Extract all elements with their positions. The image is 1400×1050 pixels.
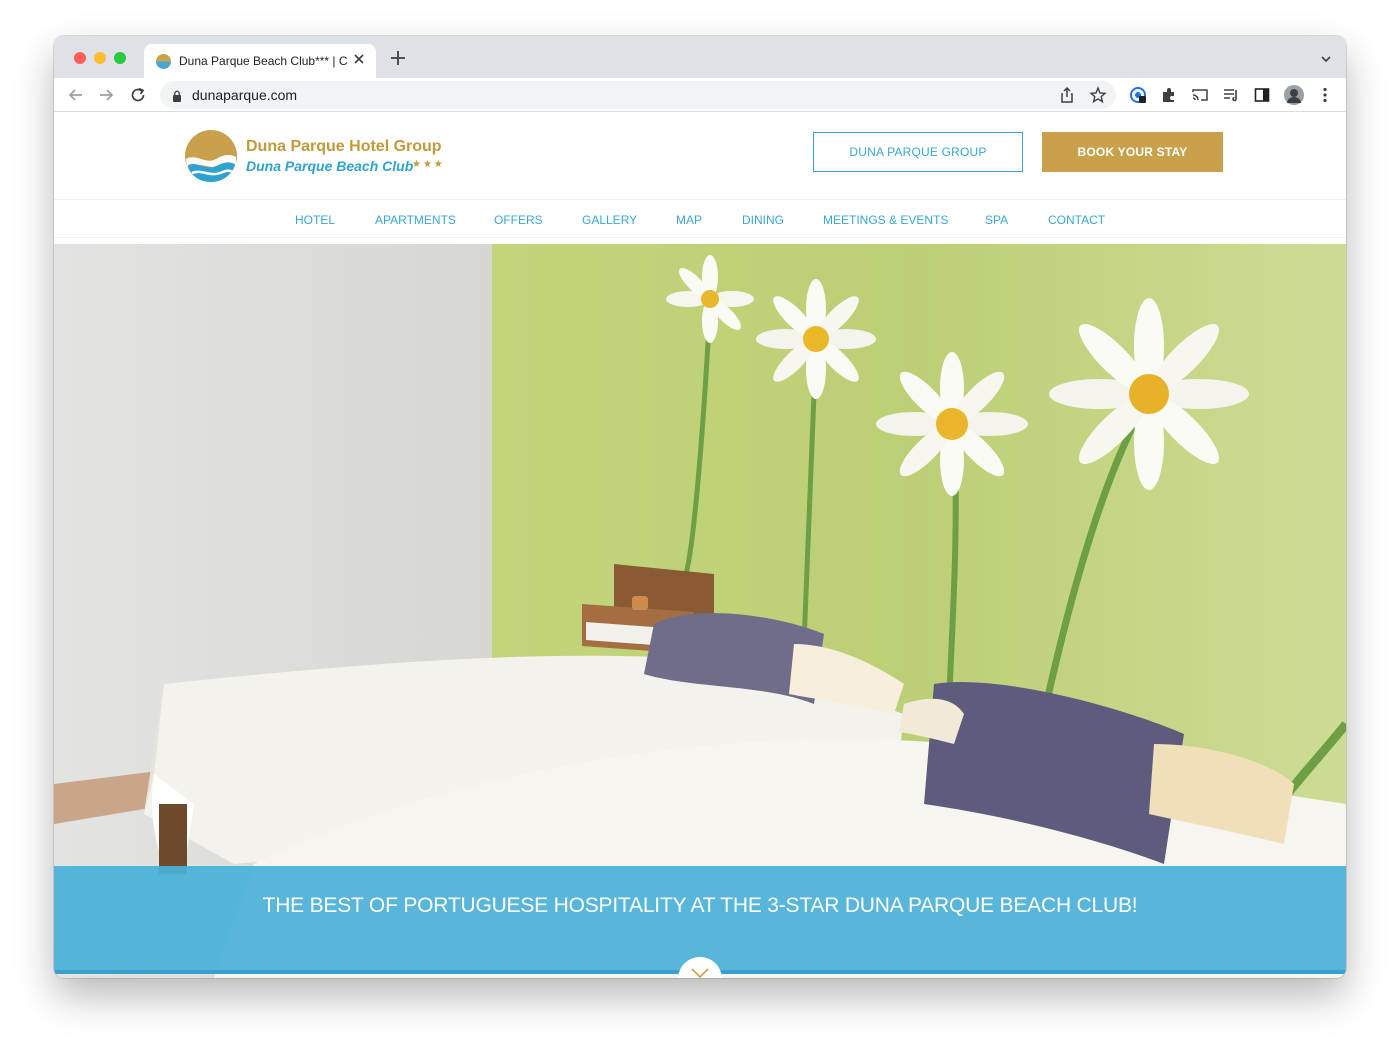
close-icon[interactable] bbox=[350, 50, 368, 68]
chevron-down-icon[interactable] bbox=[1320, 52, 1332, 64]
minimize-window-button[interactable] bbox=[94, 52, 106, 64]
new-tab-icon[interactable] bbox=[388, 48, 408, 68]
reload-icon[interactable] bbox=[128, 85, 148, 105]
tab-strip: Duna Parque Beach Club*** | C bbox=[54, 36, 1346, 78]
nav-item-contact[interactable]: CONTACT bbox=[1048, 213, 1105, 227]
main-nav: HOTEL APARTMENTS OFFERS GALLERY MAP DINI… bbox=[54, 199, 1346, 238]
star-icon[interactable] bbox=[1089, 86, 1107, 104]
browser-window: Duna Parque Beach Club*** | C dunaparque… bbox=[54, 36, 1346, 978]
favicon-icon bbox=[156, 54, 171, 69]
nav-item-gallery[interactable]: GALLERY bbox=[582, 213, 637, 227]
back-icon[interactable] bbox=[66, 85, 86, 105]
kebab-menu-icon[interactable] bbox=[1316, 86, 1334, 104]
logo-subtitle: Duna Parque Beach Club bbox=[246, 158, 414, 174]
browser-toolbar: dunaparque.com bbox=[54, 78, 1346, 112]
lock-icon bbox=[172, 89, 182, 102]
site-header: Duna Parque Hotel Group Duna Parque Beac… bbox=[54, 113, 1346, 199]
nav-item-map[interactable]: MAP bbox=[676, 213, 702, 227]
hero-image: THE BEST OF PORTUGUESE HOSPITALITY AT TH… bbox=[54, 244, 1346, 978]
puzzle-icon[interactable] bbox=[1160, 86, 1178, 104]
nav-item-spa[interactable]: SPA bbox=[985, 213, 1008, 227]
hero-tagline: THE BEST OF PORTUGUESE HOSPITALITY AT TH… bbox=[262, 894, 1138, 917]
chevron-down-icon bbox=[691, 968, 709, 978]
nav-item-meetings-events[interactable]: MEETINGS & EVENTS bbox=[823, 213, 948, 227]
address-bar[interactable]: dunaparque.com bbox=[160, 81, 1116, 109]
duna-parque-group-button[interactable]: DUNA PARQUE GROUP bbox=[813, 132, 1023, 172]
nav-item-offers[interactable]: OFFERS bbox=[494, 213, 543, 227]
avatar[interactable] bbox=[1283, 84, 1305, 106]
url-text: dunaparque.com bbox=[192, 87, 298, 103]
tab-title: Duna Parque Beach Club*** | C bbox=[179, 54, 348, 68]
nav-item-dining[interactable]: DINING bbox=[742, 213, 784, 227]
web-page: Duna Parque Hotel Group Duna Parque Beac… bbox=[54, 113, 1346, 978]
logo-icon[interactable] bbox=[184, 129, 238, 183]
logo-title: Duna Parque Hotel Group bbox=[246, 138, 442, 155]
side-panel-icon[interactable] bbox=[1253, 86, 1271, 104]
share-icon[interactable] bbox=[1058, 86, 1076, 104]
forward-icon[interactable] bbox=[96, 85, 116, 105]
extension-icon[interactable] bbox=[1129, 86, 1147, 104]
logo-stars: ★★★ bbox=[412, 159, 445, 170]
book-your-stay-button[interactable]: BOOK YOUR STAY bbox=[1042, 132, 1223, 172]
nav-item-hotel[interactable]: HOTEL bbox=[295, 213, 335, 227]
browser-tab[interactable]: Duna Parque Beach Club*** | C bbox=[144, 44, 376, 78]
nav-item-apartments[interactable]: APARTMENTS bbox=[375, 213, 456, 227]
close-window-button[interactable] bbox=[74, 52, 86, 64]
cast-icon[interactable] bbox=[1191, 86, 1209, 104]
maximize-window-button[interactable] bbox=[114, 52, 126, 64]
reading-list-icon[interactable] bbox=[1222, 86, 1240, 104]
